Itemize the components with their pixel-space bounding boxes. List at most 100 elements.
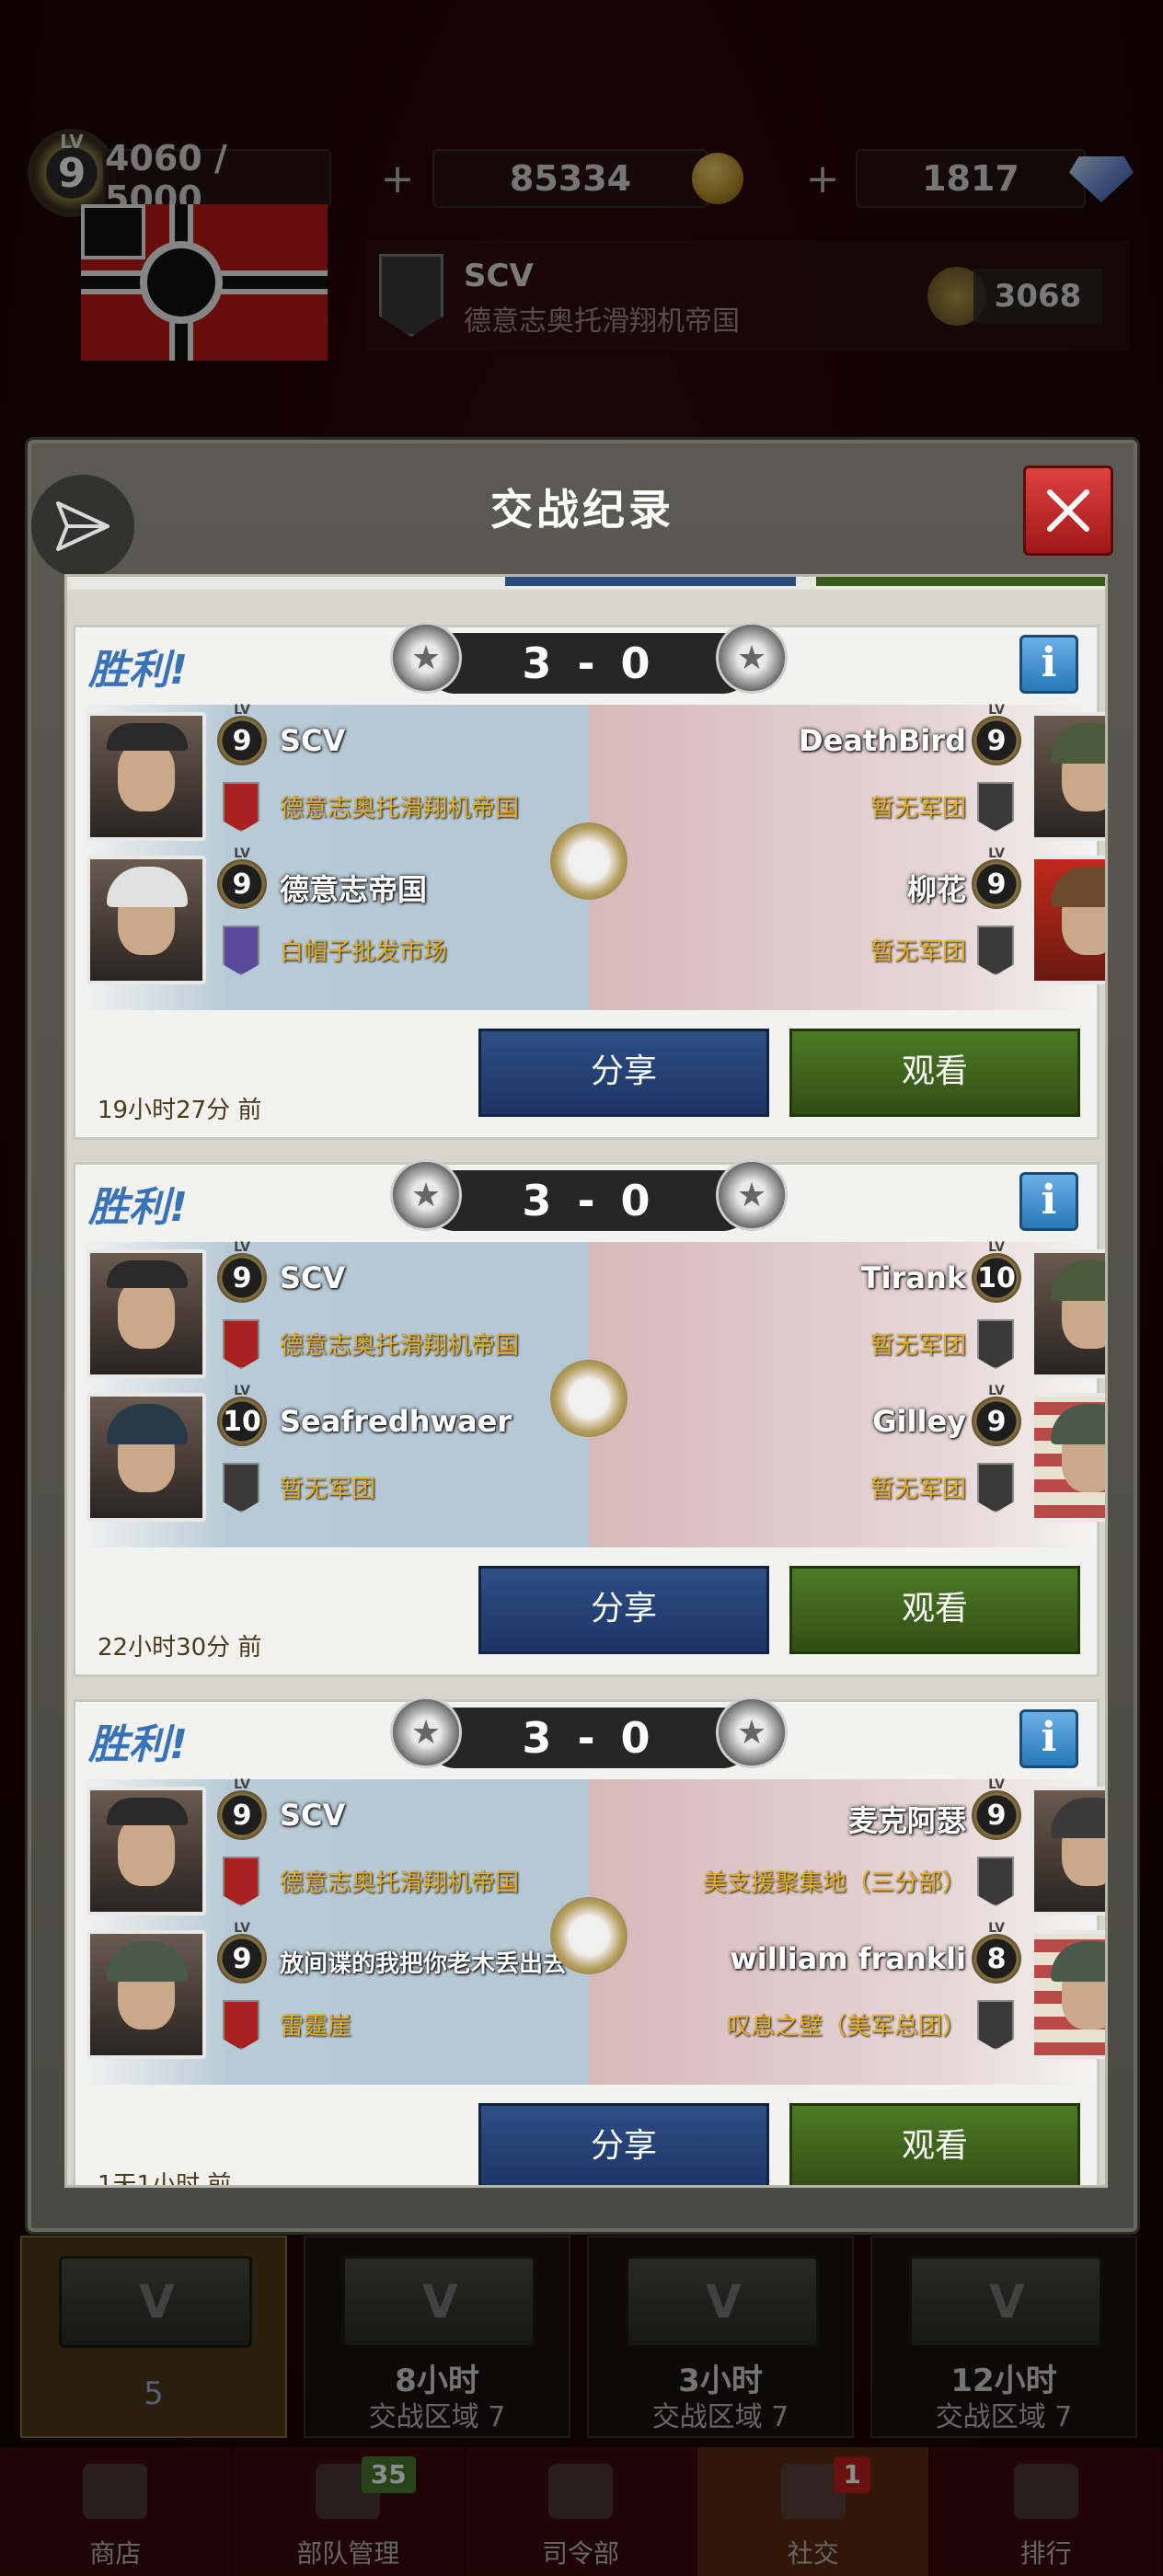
guild-name: 白帽子批发市场 xyxy=(280,938,448,966)
star-medal-icon: ★ xyxy=(716,622,788,694)
battle-card: 胜利! 3 - 0 ★ ★ i 9 SCV 德意志奥托滑翔机帝国 xyxy=(73,1159,1105,1680)
avatar xyxy=(1031,1930,1105,2059)
teams-panel: 9 SCV 德意志奥托滑翔机帝国 10 Seafredhwaer 暂无军团 Ti… xyxy=(75,1240,1105,1547)
guild-name: 暂无军团 xyxy=(280,1476,376,1503)
left-player-1[interactable]: 9 SCV 德意志奥托滑翔机帝国 xyxy=(75,703,572,846)
left-player-2[interactable]: 9 德意志帝国 白帽子批发市场 xyxy=(75,846,572,990)
player-name: 麦克阿瑟 xyxy=(847,1803,966,1838)
left-player-2[interactable]: 10 Seafredhwaer 暂无军团 xyxy=(75,1384,572,1527)
avatar xyxy=(86,856,206,984)
guild-emblem-icon xyxy=(223,926,259,975)
result-label: 胜利! xyxy=(88,1184,189,1231)
share-button[interactable]: 分享 xyxy=(478,1029,769,1117)
guild-name: 暂无军团 xyxy=(869,1332,966,1360)
watch-button[interactable]: 观看 xyxy=(789,1029,1080,1117)
previous-card-edge xyxy=(67,577,1105,590)
player-name: Seafredhwaer xyxy=(280,1404,512,1439)
score-bar: 3 - 0 xyxy=(425,1708,753,1768)
guild-emblem-icon xyxy=(977,2000,1014,2050)
level-badge: 9 xyxy=(217,1921,267,1984)
avatar xyxy=(1031,1393,1105,1522)
avatar xyxy=(1031,1249,1105,1378)
level-badge: 9 xyxy=(972,703,1021,765)
avatar xyxy=(1031,712,1105,841)
card-actions: 分享 观看 22小时30分 前 xyxy=(75,1547,1097,1680)
score-bar: 3 - 0 xyxy=(425,633,753,694)
guild-name: 暂无军团 xyxy=(869,938,966,966)
time-ago: 22小时30分 前 xyxy=(98,1634,262,1662)
avatar xyxy=(86,1787,206,1915)
player-name: Tirank xyxy=(860,1260,966,1295)
left-player-2[interactable]: 9 放间谍的我把你老木丢出去 雷霆崖 xyxy=(75,1921,572,2064)
guild-emblem-icon xyxy=(977,782,1014,832)
right-player-2[interactable]: Gilley 9 暂无军团 xyxy=(600,1384,1105,1527)
avatar xyxy=(1031,856,1105,984)
avatar xyxy=(86,1249,206,1378)
player-name: 德意志帝国 xyxy=(280,872,428,907)
player-name: Gilley xyxy=(872,1404,966,1439)
time-ago: 1天1小时 前 xyxy=(98,2171,232,2188)
left-player-1[interactable]: 9 SCV 德意志奥托滑翔机帝国 xyxy=(75,1777,572,1921)
right-player-2[interactable]: william frankli 8 叹息之壁（美军总团） xyxy=(600,1921,1105,2064)
score-text: 3 - 0 xyxy=(522,1176,656,1225)
avatar xyxy=(1031,1787,1105,1915)
guild-emblem-icon xyxy=(223,1857,259,1906)
guild-emblem-icon xyxy=(223,782,259,832)
info-button[interactable]: i xyxy=(1019,635,1078,694)
battle-list[interactable]: 胜利! 3 - 0 ★ ★ i 9 SCV 德意志奥托滑翔机帝国 xyxy=(64,574,1108,2188)
guild-emblem-icon xyxy=(977,926,1014,975)
level-badge: 9 xyxy=(217,703,267,765)
right-player-2[interactable]: 柳花 9 暂无军团 xyxy=(600,846,1105,990)
info-button[interactable]: i xyxy=(1019,1172,1078,1231)
player-name: SCV xyxy=(280,1260,346,1295)
teams-panel: 9 SCV 德意志奥托滑翔机帝国 9 放间谍的我把你老木丢出去 雷霆崖 麦克阿瑟… xyxy=(75,1777,1105,2085)
avatar xyxy=(86,1930,206,2059)
guild-emblem-icon xyxy=(223,2000,259,2050)
battle-card: 胜利! 3 - 0 ★ ★ i 9 SCV 德意志奥托滑翔机帝国 xyxy=(73,1696,1105,2188)
watch-button[interactable]: 观看 xyxy=(789,1566,1080,1654)
right-player-1[interactable]: Tirank 10 暂无军团 xyxy=(600,1240,1105,1384)
info-button[interactable]: i xyxy=(1019,1709,1078,1768)
player-name: william frankli xyxy=(730,1941,966,1976)
avatar xyxy=(86,1393,206,1522)
level-badge: 10 xyxy=(217,1384,267,1446)
watch-button[interactable]: 观看 xyxy=(789,2103,1080,2185)
level-badge: 9 xyxy=(217,1240,267,1303)
right-player-1[interactable]: 麦克阿瑟 9 美支援聚集地（三分部） xyxy=(600,1777,1105,1921)
star-medal-icon: ★ xyxy=(716,1159,788,1231)
dialog-title: 交战纪录 xyxy=(490,485,674,535)
guild-name: 雷霆崖 xyxy=(280,2013,352,2041)
close-button[interactable] xyxy=(1023,466,1113,556)
level-badge: 9 xyxy=(972,1777,1021,1840)
battle-card: 胜利! 3 - 0 ★ ★ i 9 SCV 德意志奥托滑翔机帝国 xyxy=(73,622,1105,1143)
right-player-1[interactable]: DeathBird 9 暂无军团 xyxy=(600,703,1105,846)
score-text: 3 - 0 xyxy=(522,1713,656,1763)
share-button[interactable]: 分享 xyxy=(478,2103,769,2185)
close-x-icon xyxy=(1047,489,1089,532)
avatar xyxy=(86,712,206,841)
star-medal-icon: ★ xyxy=(390,1159,462,1231)
guild-name: 德意志奥托滑翔机帝国 xyxy=(280,795,520,822)
guild-emblem-icon xyxy=(977,1857,1014,1906)
star-medal-icon: ★ xyxy=(390,622,462,694)
star-medal-icon: ★ xyxy=(716,1696,788,1768)
player-name: 柳花 xyxy=(906,872,966,907)
dialog-header: 交战纪录 xyxy=(31,443,1134,578)
level-badge: 8 xyxy=(972,1921,1021,1984)
player-name: DeathBird xyxy=(799,723,966,758)
guild-emblem-icon xyxy=(977,1463,1014,1512)
guild-name: 暂无军团 xyxy=(869,1476,966,1503)
score-bar: 3 - 0 xyxy=(425,1170,753,1231)
card-actions: 分享 观看 1天1小时 前 xyxy=(75,2085,1097,2188)
player-name: 放间谍的我把你老木丢出去 xyxy=(280,1950,568,1978)
share-button[interactable]: 分享 xyxy=(478,1566,769,1654)
time-ago: 19小时27分 前 xyxy=(98,1097,262,1124)
card-actions: 分享 观看 19小时27分 前 xyxy=(75,1010,1097,1143)
level-badge: 9 xyxy=(972,846,1021,909)
left-player-1[interactable]: 9 SCV 德意志奥托滑翔机帝国 xyxy=(75,1240,572,1384)
player-name: SCV xyxy=(280,723,346,758)
guild-name: 叹息之壁（美军总团） xyxy=(726,2013,966,2041)
level-badge: 9 xyxy=(217,846,267,909)
guild-emblem-icon xyxy=(223,1319,259,1369)
level-badge: 9 xyxy=(972,1384,1021,1446)
